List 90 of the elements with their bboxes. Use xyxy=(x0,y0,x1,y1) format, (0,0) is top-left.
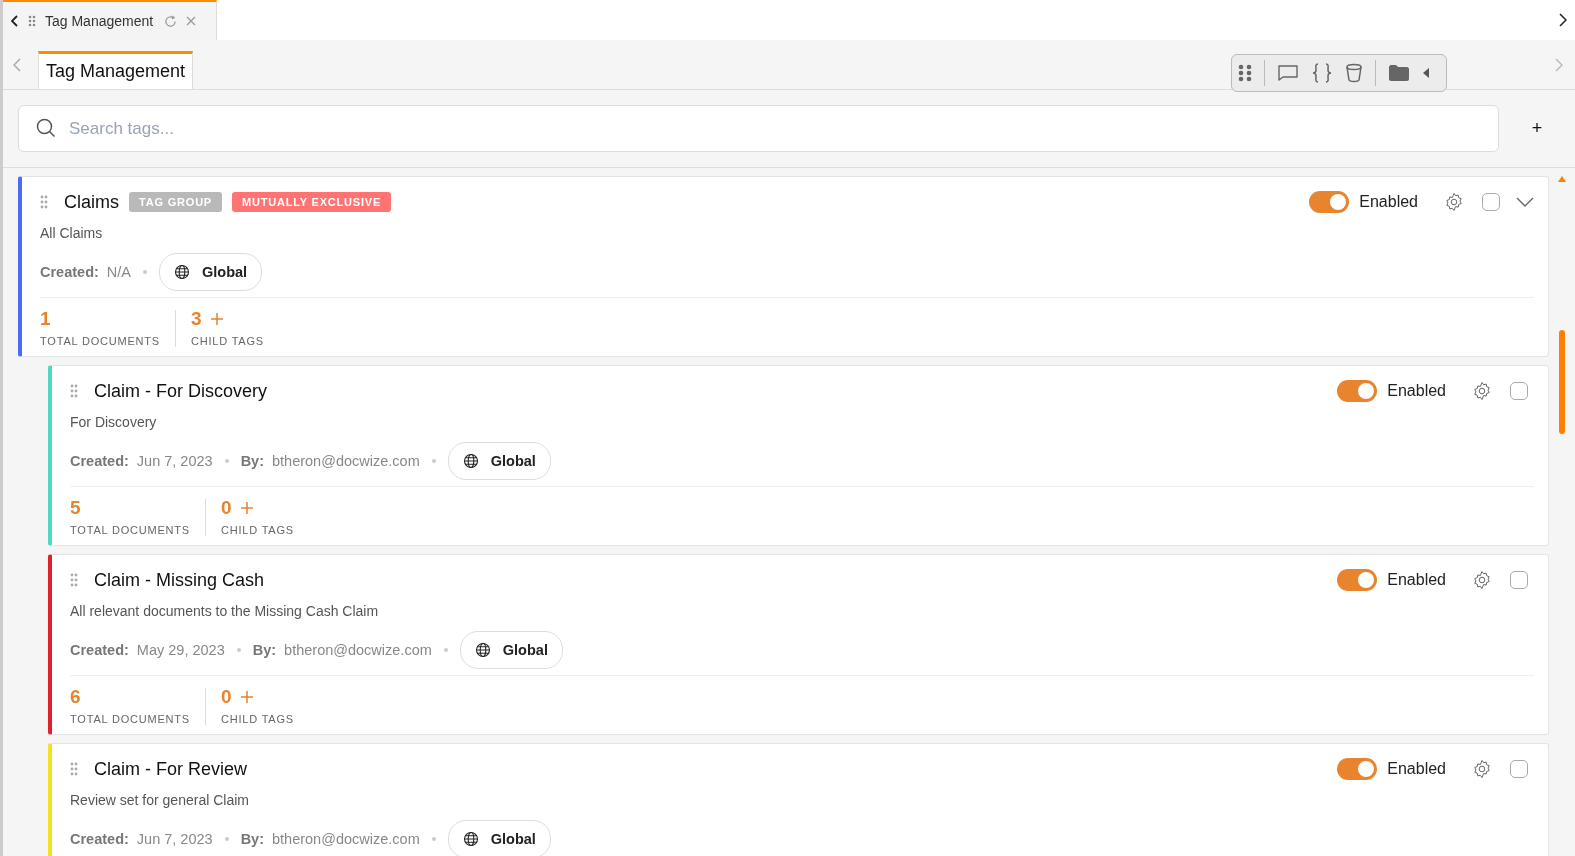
scroll-up-icon[interactable] xyxy=(1558,176,1566,182)
grid-dots-icon[interactable] xyxy=(1238,63,1252,82)
settings-icon[interactable] xyxy=(1472,570,1492,590)
toggle-switch[interactable] xyxy=(1337,380,1378,402)
tag-description: All relevant documents to the Missing Cash Claim xyxy=(70,603,380,619)
status-label: Enabled xyxy=(1387,760,1446,778)
child-tag-count: 3 xyxy=(191,308,202,330)
scrollbar-thumb[interactable] xyxy=(1559,330,1565,434)
author-email: btheron@docwize.com xyxy=(272,831,420,847)
toggle-switch[interactable] xyxy=(1337,758,1378,780)
globe-icon xyxy=(462,831,479,847)
scope-pill[interactable]: Global xyxy=(159,253,263,291)
tag-description: All Claims xyxy=(40,225,104,241)
child-tag-count: 0 xyxy=(221,686,232,708)
author-label: By: xyxy=(252,642,277,658)
braces-icon[interactable] xyxy=(1311,61,1333,84)
created-date: May 29, 2023 xyxy=(136,642,225,658)
tag-name: Claim - For Discovery xyxy=(94,380,267,402)
document-count: 6 xyxy=(70,686,82,708)
scope-label: Global xyxy=(202,264,248,280)
author-label: By: xyxy=(240,453,264,469)
chevron-right-icon[interactable] xyxy=(1559,13,1567,27)
stat-label: TOTAL DOCUMENTS xyxy=(70,524,190,536)
created-label: Created: xyxy=(70,642,129,658)
settings-icon[interactable] xyxy=(1444,192,1464,212)
scope-label: Global xyxy=(490,453,536,469)
stat-label: TOTAL DOCUMENTS xyxy=(70,713,190,725)
created-label: Created: xyxy=(40,264,99,280)
scope-pill[interactable]: Global xyxy=(447,442,551,480)
scope-pill[interactable]: Global xyxy=(459,631,563,669)
tag-description: For Discovery xyxy=(70,414,158,430)
add-child-icon[interactable] xyxy=(209,312,224,326)
checkbox[interactable] xyxy=(1482,193,1500,211)
created-label: Created: xyxy=(70,831,129,847)
drag-handle-icon[interactable] xyxy=(40,195,48,209)
tag-name: Claim - For Review xyxy=(94,758,248,780)
checkbox[interactable] xyxy=(1510,382,1528,400)
author-label: By: xyxy=(240,831,264,847)
refresh-icon[interactable] xyxy=(164,14,178,28)
stat-label: CHILD TAGS xyxy=(221,524,294,536)
chat-bubble-icon[interactable] xyxy=(1277,63,1299,82)
status-label: Enabled xyxy=(1387,382,1446,400)
scope-pill[interactable]: Global xyxy=(447,820,551,856)
close-icon[interactable] xyxy=(186,16,197,26)
tag-name: Claims xyxy=(64,191,119,213)
author-email: btheron@docwize.com xyxy=(284,642,432,658)
stat-label: TOTAL DOCUMENTS xyxy=(40,335,160,347)
add-button[interactable]: + xyxy=(1499,117,1575,140)
back-icon[interactable] xyxy=(11,15,19,27)
settings-icon[interactable] xyxy=(1472,381,1492,401)
drag-handle-icon[interactable] xyxy=(70,384,78,398)
document-count: 1 xyxy=(40,308,52,330)
tag-badge: MUTUALLY EXCLUSIVE xyxy=(232,192,392,212)
collapse-icon[interactable] xyxy=(1422,66,1430,79)
page-tab[interactable]: Tag Management xyxy=(38,51,194,89)
drag-handle-icon[interactable] xyxy=(70,762,78,776)
tag-badge: TAG GROUP xyxy=(129,192,222,212)
chevron-icon[interactable] xyxy=(1516,197,1534,207)
created-label: Created: xyxy=(70,453,129,469)
search-icon xyxy=(36,118,56,138)
stat-label: CHILD TAGS xyxy=(221,713,294,725)
tag-name: Claim - Missing Cash xyxy=(94,569,265,591)
stat-label: CHILD TAGS xyxy=(191,335,264,347)
created-date: Jun 7, 2023 xyxy=(136,831,213,847)
child-tag-count: 0 xyxy=(221,497,232,519)
created-date: N/A xyxy=(106,264,131,280)
scope-label: Global xyxy=(490,831,536,847)
created-date: Jun 7, 2023 xyxy=(136,453,213,469)
status-label: Enabled xyxy=(1387,571,1446,589)
drag-handle-icon[interactable] xyxy=(28,15,36,27)
document-count: 5 xyxy=(70,497,82,519)
author-email: btheron@docwize.com xyxy=(272,453,420,469)
checkbox[interactable] xyxy=(1510,571,1528,589)
scope-label: Global xyxy=(502,642,548,658)
globe-icon xyxy=(174,264,190,280)
bucket-icon[interactable] xyxy=(1345,62,1363,83)
add-child-icon[interactable] xyxy=(239,501,254,515)
chevron-left-icon[interactable] xyxy=(13,57,21,72)
checkbox[interactable] xyxy=(1510,760,1528,778)
add-child-icon[interactable] xyxy=(239,690,254,704)
settings-icon[interactable] xyxy=(1472,759,1492,779)
folder-icon[interactable] xyxy=(1388,63,1410,82)
search-field[interactable]: Search tags... xyxy=(18,105,1499,152)
globe-icon xyxy=(474,642,491,658)
tag-description: Review set for general Claim xyxy=(70,792,250,808)
toggle-switch[interactable] xyxy=(1309,191,1350,213)
toggle-switch[interactable] xyxy=(1337,569,1378,591)
status-label: Enabled xyxy=(1359,193,1418,211)
globe-icon xyxy=(462,453,479,469)
drag-handle-icon[interactable] xyxy=(70,573,78,587)
